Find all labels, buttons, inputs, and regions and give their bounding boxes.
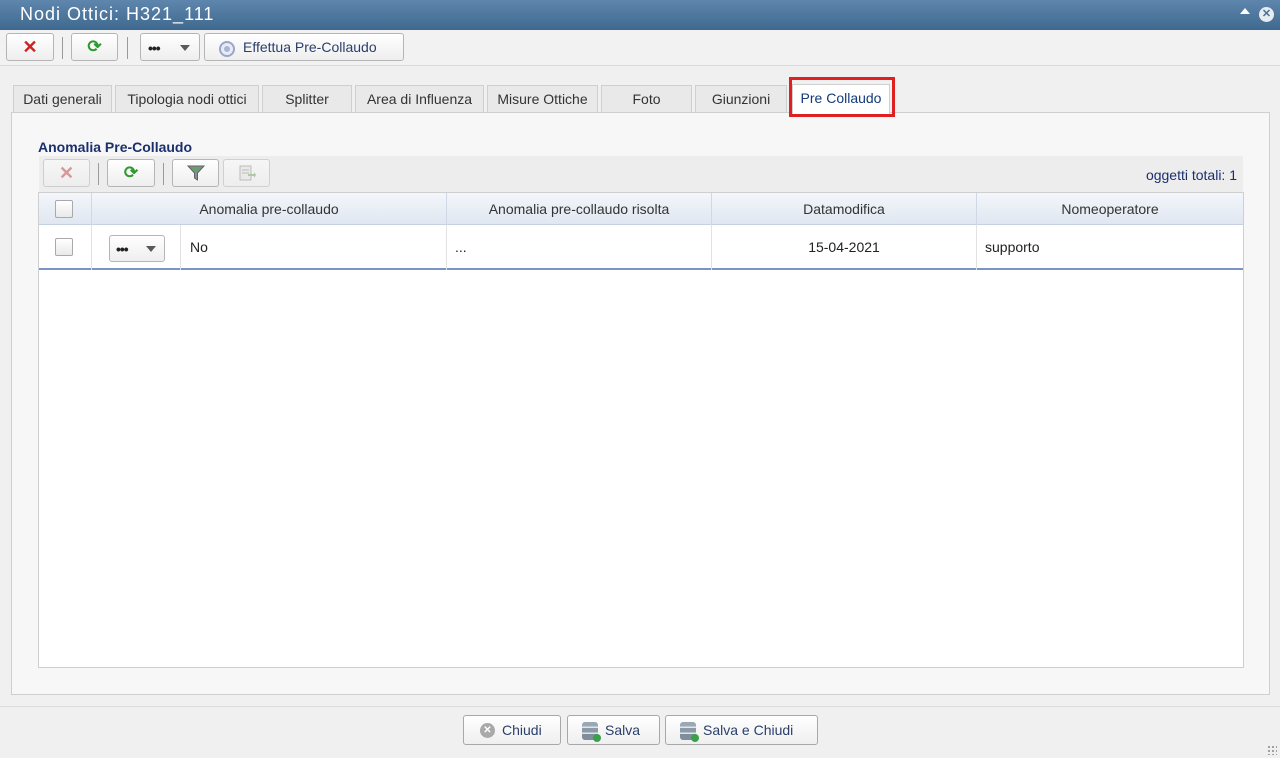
close-label: Chiudi xyxy=(502,722,542,738)
toolbar-separator xyxy=(163,163,164,185)
close-circle-icon: ✕ xyxy=(480,723,495,738)
save-label: Salva xyxy=(605,722,641,738)
grid-filter-button[interactable] xyxy=(172,159,219,187)
gear-icon xyxy=(219,41,235,57)
table-row[interactable]: ••• No ... 15-04-2021 supporto xyxy=(39,225,1243,270)
row-checkbox[interactable] xyxy=(55,238,73,256)
tab-misure-ottiche[interactable]: Misure Ottiche xyxy=(487,85,598,113)
delete-button[interactable]: ✕ xyxy=(6,33,54,61)
total-count: oggetti totali: 1 xyxy=(1145,167,1237,183)
collapse-icon[interactable] xyxy=(1240,8,1250,14)
export-icon xyxy=(239,165,256,181)
close-button[interactable]: ✕ Chiudi xyxy=(463,715,561,745)
active-tab-highlight xyxy=(789,77,895,117)
cell-risolta: ... xyxy=(447,225,712,270)
cell-datamodifica: 15-04-2021 xyxy=(712,225,977,270)
toolbar-separator xyxy=(127,37,128,59)
row-actions-cell: ••• xyxy=(92,225,181,270)
window-title: Nodi Ottici: H321_111 xyxy=(20,4,215,24)
toolbar-separator xyxy=(98,163,99,185)
column-header-datamodifica[interactable]: Datamodifica xyxy=(712,193,977,225)
chevron-down-icon xyxy=(146,246,156,252)
grid-export-button[interactable] xyxy=(223,159,270,187)
precollaudo-label: Effettua Pre-Collaudo xyxy=(243,39,377,55)
resize-grip-icon[interactable] xyxy=(1267,745,1277,755)
toolbar-separator xyxy=(62,37,63,59)
tab-dati-generali[interactable]: Dati generali xyxy=(13,85,112,113)
cell-nomeoperatore: supporto xyxy=(985,239,1040,255)
delete-icon: ✕ xyxy=(58,163,75,183)
more-actions-dropdown[interactable]: ••• xyxy=(140,33,200,61)
filter-icon xyxy=(186,165,206,181)
section-title: Anomalia Pre-Collaudo xyxy=(38,139,193,155)
select-all-checkbox[interactable] xyxy=(55,200,73,218)
column-header-anomalia[interactable]: Anomalia pre-collaudo xyxy=(92,193,447,225)
cell-anomalia: No xyxy=(181,225,447,270)
save-and-close-button[interactable]: Salva e Chiudi xyxy=(665,715,818,745)
chevron-down-icon xyxy=(180,45,190,51)
main-toolbar: ✕ ⟳ ••• Effettua Pre-Collaudo xyxy=(0,30,1280,66)
tab-giunzioni[interactable]: Giunzioni xyxy=(695,85,787,113)
column-header-nomeoperatore[interactable]: Nomeoperatore xyxy=(977,193,1243,225)
delete-icon: ✕ xyxy=(22,37,38,57)
grid-refresh-button[interactable]: ⟳ xyxy=(107,159,155,187)
row-more-dots: ••• xyxy=(116,241,129,257)
column-header-risolta[interactable]: Anomalia pre-collaudo risolta xyxy=(447,193,712,225)
tab-foto[interactable]: Foto xyxy=(601,85,692,113)
grid-toolbar: ✕ ⟳ xyxy=(39,156,1243,192)
save-button[interactable]: Salva xyxy=(567,715,660,745)
anomalia-grid: Anomalia pre-collaudo Anomalia pre-colla… xyxy=(38,192,1244,668)
database-save-close-icon xyxy=(680,722,699,742)
database-save-icon xyxy=(582,722,601,742)
grid-header: Anomalia pre-collaudo Anomalia pre-colla… xyxy=(39,193,1243,225)
row-actions-dropdown[interactable]: ••• xyxy=(109,235,165,262)
refresh-icon: ⟳ xyxy=(87,37,102,56)
window-titlebar: Nodi Ottici: H321_111 ✕ xyxy=(0,0,1280,30)
refresh-button[interactable]: ⟳ xyxy=(71,33,118,61)
precollaudo-button[interactable]: Effettua Pre-Collaudo xyxy=(204,33,404,61)
more-dots: ••• xyxy=(148,40,161,56)
select-all-header xyxy=(39,193,92,225)
grid-delete-button[interactable]: ✕ xyxy=(43,159,90,187)
tab-tipologia-nodi-ottici[interactable]: Tipologia nodi ottici xyxy=(115,85,259,113)
row-select-cell xyxy=(39,225,92,270)
tab-splitter[interactable]: Splitter xyxy=(262,85,352,113)
save-close-label: Salva e Chiudi xyxy=(703,722,794,738)
tab-area-di-influenza[interactable]: Area di Influenza xyxy=(355,85,484,113)
close-window-icon[interactable]: ✕ xyxy=(1259,7,1274,22)
refresh-icon: ⟳ xyxy=(123,163,139,182)
